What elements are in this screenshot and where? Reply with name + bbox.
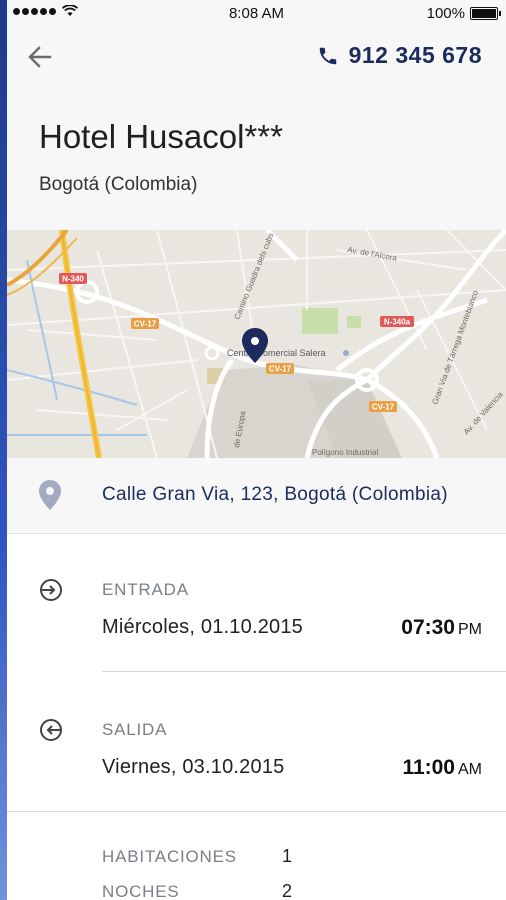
entrance-arrow-icon bbox=[40, 579, 62, 601]
checkin-time-value: 07:30 bbox=[401, 616, 455, 639]
phone-icon bbox=[319, 47, 336, 64]
stay-summary: HABITACIONES 1 NOCHES 2 bbox=[7, 814, 506, 900]
call-phone-button[interactable]: 912 345 678 bbox=[317, 42, 482, 69]
hotel-detail-screen: 8:08 AM 100% 912 345 678 Hotel Husacol**… bbox=[7, 0, 506, 900]
checkin-time: 07:30 PM bbox=[401, 616, 482, 640]
hotel-city: Bogotá (Colombia) bbox=[39, 174, 198, 195]
checkin-divider bbox=[102, 671, 506, 672]
map-label-poligono: Polígono Industrial bbox=[312, 448, 378, 457]
map-label-cv17-b: CV-17 bbox=[269, 365, 292, 374]
rooms-value: 1 bbox=[282, 846, 293, 866]
map-label-cv17-a: CV-17 bbox=[134, 320, 157, 329]
status-bar: 8:08 AM 100% bbox=[7, 0, 506, 28]
address-text: Calle Gran Via, 123, Bogotá (Colombia) bbox=[102, 484, 448, 505]
phone-number: 912 345 678 bbox=[348, 42, 482, 68]
checkout-label: SALIDA bbox=[102, 720, 168, 739]
checkout-ampm: AM bbox=[458, 761, 482, 778]
battery-group: 100% bbox=[426, 5, 501, 22]
address-row[interactable]: Calle Gran Via, 123, Bogotá (Colombia) bbox=[7, 458, 506, 534]
map-label-cv17-c: CV-17 bbox=[372, 403, 395, 412]
map-label-n340: N-340 bbox=[62, 275, 84, 284]
checkout-time: 11:00 AM bbox=[402, 756, 482, 780]
map-label-n340a: N-340a bbox=[384, 318, 411, 327]
checkout-divider bbox=[7, 811, 506, 812]
back-arrow-icon[interactable] bbox=[25, 42, 55, 72]
checkin-ampm: PM bbox=[458, 621, 482, 638]
checkout-date: Viernes, 03.10.2015 bbox=[102, 756, 285, 778]
exit-arrow-icon bbox=[40, 719, 62, 741]
map-label-mall: Centro Comercial Salera bbox=[227, 348, 326, 358]
checkin-label: ENTRADA bbox=[102, 580, 189, 599]
hotel-name-title: Hotel Husacol*** bbox=[39, 118, 283, 155]
battery-percent: 100% bbox=[426, 5, 465, 22]
checkout-time-value: 11:00 bbox=[402, 756, 455, 779]
hotel-header: 912 345 678 Hotel Husacol*** Bogotá (Col… bbox=[7, 28, 506, 230]
location-pin-icon bbox=[39, 480, 61, 510]
rooms-label: HABITACIONES bbox=[102, 847, 237, 866]
location-map[interactable]: N-340 CV-17 CV-17 CV-17 N-340a Av. de l'… bbox=[7, 230, 506, 458]
battery-icon bbox=[470, 7, 501, 20]
side-accent-strip bbox=[0, 0, 7, 900]
checkin-date: Miércoles, 01.10.2015 bbox=[102, 616, 303, 638]
map-canvas: N-340 CV-17 CV-17 CV-17 N-340a Av. de l'… bbox=[7, 230, 506, 458]
checkout-block: SALIDA Viernes, 03.10.2015 11:00 AM bbox=[7, 674, 506, 814]
checkin-block: ENTRADA Miércoles, 01.10.2015 07:30 PM bbox=[7, 534, 506, 674]
nights-label: NOCHES bbox=[102, 882, 180, 900]
nights-value: 2 bbox=[282, 881, 293, 900]
